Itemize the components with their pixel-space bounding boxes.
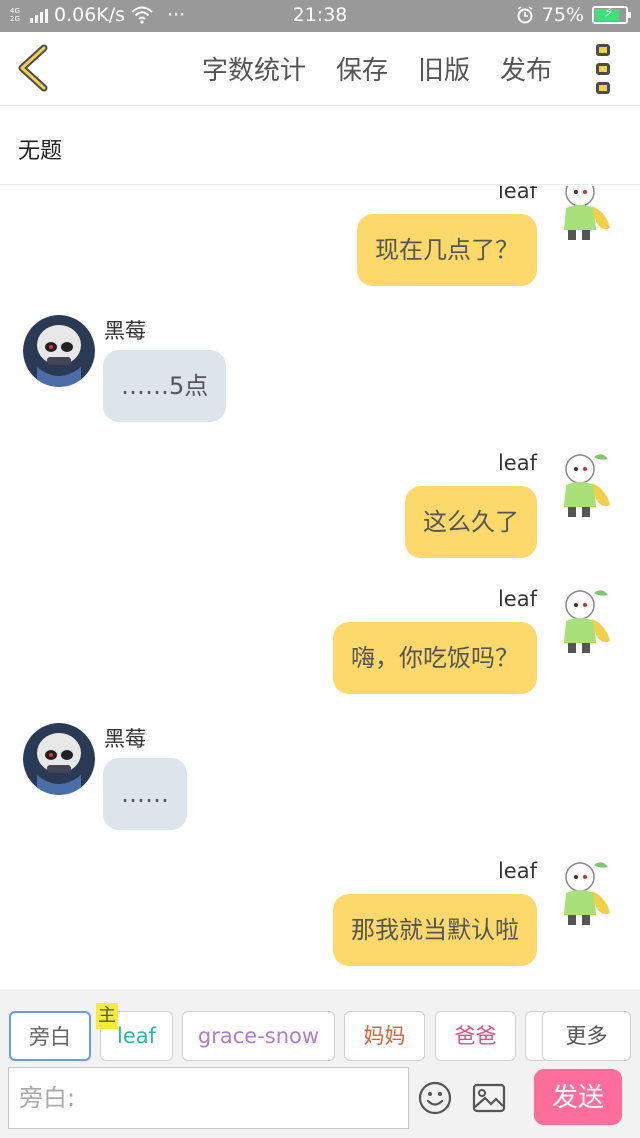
- save-button[interactable]: 保存: [336, 50, 388, 87]
- old-version-button[interactable]: 旧版: [418, 50, 470, 87]
- leaf-avatar[interactable]: [552, 585, 616, 661]
- input-row: 发送: [0, 1067, 640, 1131]
- message-bubble[interactable]: 那我就当默认啦: [333, 894, 537, 966]
- message-input[interactable]: [8, 1067, 409, 1129]
- message-bubble[interactable]: ……5点: [103, 350, 227, 422]
- sender-name: leaf: [497, 587, 537, 611]
- image-icon[interactable]: [472, 1081, 506, 1115]
- top-toolbar: 字数统计 保存 旧版 发布: [0, 32, 640, 106]
- leaf-avatar[interactable]: [552, 449, 616, 525]
- chat-area[interactable]: leaf 现在几点了？ 黑莓 ……5点 leaf 这么久了 leaf 嗨，你吃饭…: [0, 186, 640, 989]
- role-narrator[interactable]: 旁白: [9, 1011, 91, 1061]
- sender-name: leaf: [497, 451, 537, 475]
- status-bar: 4G 2G 0.06K/s ··· 21:38 75% ⚡: [0, 0, 640, 32]
- message-bubble[interactable]: ……: [103, 758, 187, 830]
- bottom-panel: 旁白 leaf grace-snow 妈妈 爸爸 更多 主 发送: [0, 989, 640, 1138]
- heimei-avatar[interactable]: [23, 723, 95, 795]
- more-roles-button[interactable]: 更多: [542, 1011, 631, 1061]
- leaf-avatar[interactable]: [552, 186, 616, 248]
- role-mama[interactable]: 妈妈: [344, 1011, 425, 1061]
- toolbar-actions: 字数统计 保存 旧版 发布: [202, 50, 552, 87]
- story-title-row[interactable]: 无题: [0, 107, 640, 185]
- battery-percent: 75%: [541, 4, 584, 26]
- sender-name: leaf: [497, 859, 537, 883]
- alarm-icon: [517, 6, 533, 24]
- role-baba[interactable]: 爸爸: [435, 1011, 516, 1061]
- host-tag: 主: [96, 1003, 118, 1029]
- sender-name: leaf: [497, 186, 537, 203]
- send-button[interactable]: 发送: [534, 1069, 622, 1125]
- role-grace-snow[interactable]: grace-snow: [182, 1011, 335, 1061]
- message-bubble[interactable]: 这么久了: [405, 486, 537, 558]
- story-title: 无题: [18, 139, 63, 164]
- more-menu-icon[interactable]: [596, 44, 616, 94]
- emoji-icon[interactable]: [418, 1081, 452, 1115]
- message-bubble[interactable]: 嗨，你吃饭吗？: [333, 622, 537, 694]
- heimei-avatar[interactable]: [23, 315, 95, 387]
- sender-name: 黑莓: [104, 319, 146, 343]
- publish-button[interactable]: 发布: [500, 50, 552, 87]
- word-count-button[interactable]: 字数统计: [202, 50, 306, 87]
- battery-icon: ⚡: [592, 5, 631, 24]
- status-right: 75% ⚡: [516, 4, 631, 26]
- leaf-avatar[interactable]: [552, 857, 616, 933]
- message-bubble[interactable]: 现在几点了？: [357, 214, 537, 286]
- charging-icon: ⚡: [604, 5, 614, 21]
- sender-name: 黑莓: [104, 727, 146, 751]
- back-icon[interactable]: [14, 44, 54, 92]
